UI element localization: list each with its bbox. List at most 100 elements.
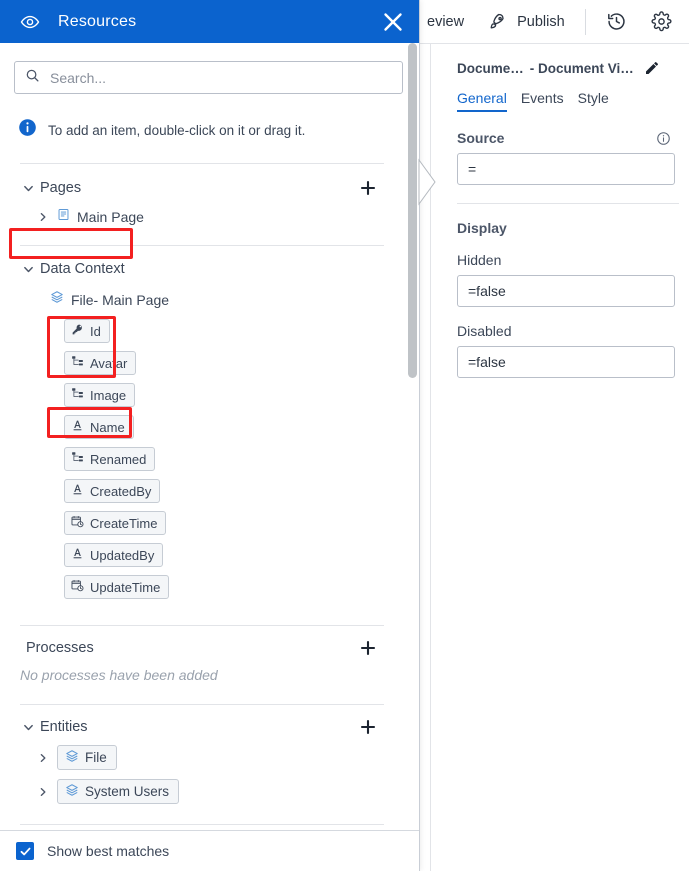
disabled-input[interactable]: =false <box>457 346 675 378</box>
add-page-button[interactable] <box>360 180 376 196</box>
add-process-button[interactable] <box>360 640 376 656</box>
field-chip-updatetime[interactable]: UpdateTime <box>64 575 170 599</box>
text-icon <box>71 547 84 563</box>
settings-gear-icon <box>651 11 672 32</box>
publish-label: Publish <box>517 13 565 30</box>
field-chip-createtime[interactable]: CreateTime <box>64 511 167 535</box>
tree-item-label: Main Page <box>77 209 144 225</box>
hidden-label: Hidden <box>457 252 502 268</box>
dialog-scrollbar-thumb[interactable] <box>408 43 417 378</box>
datetime-icon <box>71 579 84 595</box>
section-title-processes: Processes <box>26 640 94 656</box>
tab-style[interactable]: Style <box>578 90 609 112</box>
entity-layers-icon <box>65 749 79 766</box>
dialog-footer: Show best matches <box>0 830 419 871</box>
search-icon <box>25 68 40 88</box>
history-button[interactable] <box>594 0 639 43</box>
chevron-down-icon <box>20 264 36 275</box>
disabled-label: Disabled <box>457 323 512 339</box>
source-input-value: = <box>468 161 477 177</box>
source-input[interactable]: = <box>457 153 675 185</box>
section-header-data-context[interactable]: Data Context <box>14 261 384 277</box>
field-chip-createdby[interactable]: CreatedBy <box>64 479 161 503</box>
dialog-hint-text: To add an item, double-click on it or dr… <box>48 122 306 138</box>
display-section-label: Display <box>457 220 507 236</box>
chevron-right-icon[interactable] <box>36 787 50 797</box>
hidden-input[interactable]: =false <box>457 275 675 307</box>
tree-item-main-page[interactable]: Main Page <box>14 208 395 226</box>
field-chip-row: Id <box>14 309 395 343</box>
section-title-data-context: Data Context <box>40 261 125 277</box>
section-header-pages[interactable]: Pages <box>14 180 384 196</box>
show-best-matches-checkbox[interactable] <box>16 842 34 860</box>
publish-button[interactable]: Publish <box>476 0 577 43</box>
field-chip-label: UpdatedBy <box>90 547 155 563</box>
section-header-entities[interactable]: Entities <box>14 719 384 735</box>
processes-empty-text: No processes have been added <box>20 667 218 683</box>
relation-icon <box>71 387 84 403</box>
rocket-icon <box>488 12 508 32</box>
field-chip-avatar[interactable]: Avatar <box>64 351 137 375</box>
properties-tabs: General Events Style <box>431 76 689 112</box>
show-best-matches-label: Show best matches <box>47 843 170 859</box>
field-chip-image[interactable]: Image <box>64 383 136 407</box>
field-chip-label: CreateTime <box>90 515 158 531</box>
datasource-file-main-page[interactable]: File- Main Page <box>14 290 395 309</box>
section-divider <box>20 245 384 246</box>
entity-chip-label: System Users <box>85 784 170 799</box>
search-input[interactable]: Search... <box>14 61 403 94</box>
preview-button[interactable]: eview <box>415 0 476 43</box>
field-chip-id[interactable]: Id <box>64 319 110 343</box>
info-icon <box>18 118 37 142</box>
entity-item-file[interactable]: File <box>14 745 395 770</box>
section-title-entities: Entities <box>40 719 88 735</box>
text-icon <box>71 419 84 435</box>
dialog-hint: To add an item, double-click on it or dr… <box>18 118 395 142</box>
chevron-right-icon[interactable] <box>36 753 50 763</box>
field-chip-row: Image <box>14 375 395 407</box>
properties-body: Source = Display Hidden =false Disabled … <box>431 112 689 378</box>
section-header-processes[interactable]: Processes <box>14 640 384 656</box>
properties-panel: Docume… - Document Vi… General Events St… <box>430 44 689 871</box>
entity-item-system-users[interactable]: System Users <box>14 779 395 804</box>
tab-general[interactable]: General <box>457 90 507 112</box>
field-chip-label: Id <box>90 323 101 339</box>
eye-icon <box>20 12 40 32</box>
key-icon <box>71 323 84 339</box>
dialog-title-bar: Resources <box>0 0 419 43</box>
history-icon <box>606 11 627 32</box>
entity-chip-file[interactable]: File <box>57 745 117 770</box>
toolbar-divider <box>584 8 586 35</box>
dialog-content: Search... To add an item, double-click o… <box>0 43 419 830</box>
top-bar-actions: eview Publish <box>415 0 684 43</box>
field-chip-updatedby[interactable]: UpdatedBy <box>64 543 164 567</box>
app-root: eview Publish Docume… - Document Vi… Gen… <box>0 0 689 871</box>
component-type-label: - Document Vi… <box>529 60 634 76</box>
properties-panel-header: Docume… - Document Vi… <box>431 44 689 76</box>
close-x-icon[interactable] <box>381 10 405 34</box>
preview-label: eview <box>427 13 465 30</box>
chevron-right-icon[interactable] <box>36 212 50 222</box>
tab-events[interactable]: Events <box>521 90 564 112</box>
search-placeholder: Search... <box>50 69 107 86</box>
field-chip-name[interactable]: Name <box>64 415 134 439</box>
section-divider <box>20 704 384 705</box>
pencil-icon[interactable] <box>644 60 660 76</box>
resources-dialog: Resources Search... To add an item, doub… <box>0 0 420 871</box>
source-label: Source <box>457 130 505 146</box>
field-chip-label: Avatar <box>90 355 128 371</box>
field-chip-renamed[interactable]: Renamed <box>64 447 156 471</box>
page-icon <box>57 208 70 226</box>
panel-collapse-handle[interactable] <box>418 158 437 206</box>
add-entity-button[interactable] <box>360 719 376 735</box>
component-name-label: Docume… <box>457 60 524 76</box>
field-chip-label: CreatedBy <box>90 483 152 499</box>
info-circle-icon[interactable] <box>656 131 671 146</box>
field-chip-label: Name <box>90 419 125 435</box>
field-chip-row: UpdatedBy <box>14 535 395 567</box>
settings-button[interactable] <box>639 0 684 43</box>
entity-chip-system-users[interactable]: System Users <box>57 779 180 804</box>
disabled-input-value: =false <box>468 354 506 370</box>
chevron-down-icon <box>20 183 36 194</box>
relation-icon <box>71 451 84 467</box>
